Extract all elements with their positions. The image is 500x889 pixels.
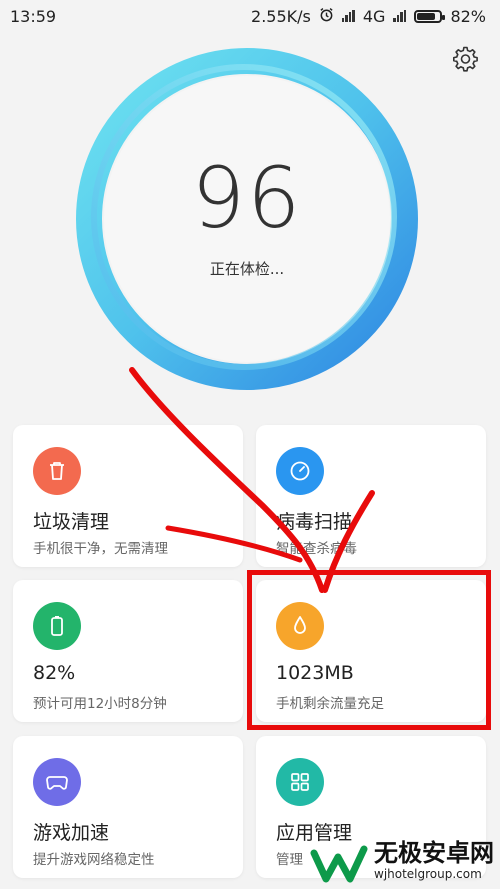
card-subtitle: 预计可用12小时8分钟: [33, 696, 167, 712]
status-bar: 13:59 2.55K/s 4G 82%: [0, 0, 500, 32]
health-check-status: 正在体检...: [209, 260, 285, 278]
card-subtitle: 手机很干净，无需清理: [33, 541, 168, 557]
battery-card-icon: [33, 602, 81, 650]
network-speed: 2.55K/s: [251, 6, 311, 26]
watermark-domain: wjhotelgroup.com: [374, 866, 482, 881]
health-score-ring[interactable]: 96 正在体检...: [74, 46, 420, 392]
card-subtitle: 提升游戏网络稳定性: [33, 852, 155, 868]
apps-grid-icon: [276, 758, 324, 806]
status-indicators: 2.55K/s 4G 82%: [251, 7, 486, 26]
card-title: 病毒扫描: [276, 511, 353, 533]
trash-icon: [33, 447, 81, 495]
card-battery[interactable]: 82% 预计可用12小时8分钟: [13, 580, 243, 722]
annotation-highlight-box: [247, 570, 491, 730]
watermark: 无极安卓网 wjhotelgroup.com: [310, 839, 494, 883]
card-junk-cleanup[interactable]: 垃圾清理 手机很干净，无需清理: [13, 425, 243, 567]
card-game-boost[interactable]: 游戏加速 提升游戏网络稳定性: [13, 736, 243, 878]
card-subtitle: 管理: [276, 852, 303, 868]
gamepad-icon: [33, 758, 81, 806]
battery-percent: 82%: [450, 6, 486, 26]
status-time: 13:59: [10, 6, 57, 26]
card-subtitle: 智能查杀病毒: [276, 541, 357, 557]
watermark-logo-icon: [310, 845, 368, 883]
health-score-value: 96: [191, 149, 303, 247]
card-title: 垃圾清理: [33, 511, 110, 533]
watermark-brand: 无极安卓网: [374, 839, 494, 868]
signal-icon: [341, 10, 355, 22]
card-title: 游戏加速: [33, 822, 110, 844]
card-virus-scan[interactable]: 病毒扫描 智能查杀病毒: [256, 425, 486, 567]
alarm-icon: [319, 7, 334, 26]
battery-icon: [414, 9, 446, 23]
card-title: 82%: [33, 662, 76, 684]
network-type: 4G: [362, 6, 386, 26]
signal-icon-2: [393, 10, 407, 22]
gauge-icon: [276, 447, 324, 495]
gear-icon[interactable]: [450, 44, 480, 74]
